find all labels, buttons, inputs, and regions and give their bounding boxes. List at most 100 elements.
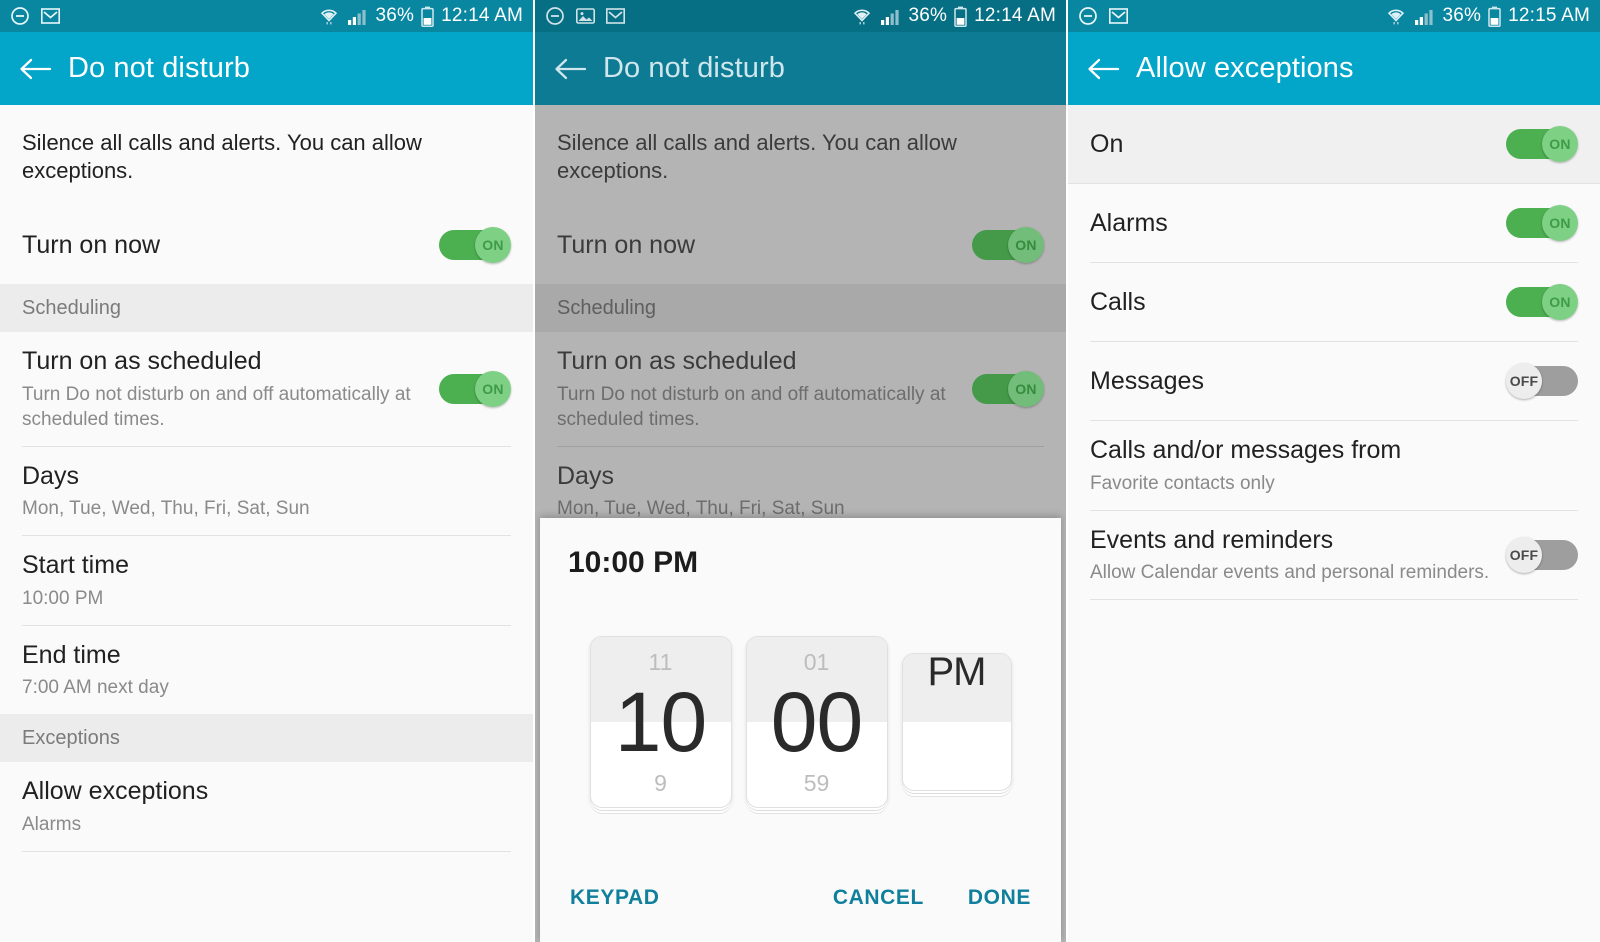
status-bar-clock: 12:14 AM (441, 5, 523, 26)
page-title: Do not disturb (68, 52, 250, 84)
list-item-start-time[interactable]: Start time 10:00 PM (0, 536, 533, 625)
do-not-disturb-icon (10, 6, 30, 26)
cellular-signal-icon (347, 7, 368, 26)
intro-description: Silence all calls and alerts. You can al… (557, 130, 957, 183)
toggle-knob-label: OFF (1506, 536, 1542, 573)
ampm-spinner[interactable]: PM (901, 653, 1012, 791)
toggle-turn-on-now: ON (972, 227, 1044, 263)
list-item-days[interactable]: Days Mon, Tue, Wed, Thu, Fri, Sat, Sun (0, 447, 533, 536)
do-not-disturb-icon (545, 6, 565, 26)
toggle-messages[interactable]: OFF (1506, 363, 1578, 399)
row-texts: Turn on as scheduled Turn Do not disturb… (557, 346, 958, 432)
row-texts: Turn on as scheduled Turn Do not disturb… (22, 346, 425, 432)
hour-next-value: 9 (654, 769, 667, 796)
row-texts: Events and reminders Allow Calendar even… (1090, 525, 1492, 586)
list-item-title: Turn on as scheduled (557, 347, 797, 375)
list-item-title: Days (557, 461, 614, 490)
divider (1090, 599, 1578, 601)
list-item-title: Turn on as scheduled (22, 347, 262, 375)
list-item-on[interactable]: On ON (1068, 105, 1600, 183)
list-item-turn-on-as-scheduled: Turn on as scheduled Turn Do not disturb… (535, 332, 1066, 446)
toggle-knob-label: ON (1008, 370, 1044, 407)
section-header-exceptions: Exceptions (0, 714, 533, 763)
list-item-calls[interactable]: Calls ON (1068, 263, 1600, 341)
battery-icon (421, 6, 434, 27)
status-bar-clock: 12:14 AM (974, 5, 1056, 26)
cellular-signal-icon (880, 7, 901, 26)
page-title: Do not disturb (603, 52, 785, 84)
photo-icon (576, 8, 595, 24)
list-item-turn-on-now[interactable]: Turn on now ON (0, 206, 533, 284)
list-item-title: Turn on now (557, 230, 696, 259)
list-item-title: Turn on now (22, 230, 161, 259)
toggle-alarms[interactable]: ON (1506, 205, 1578, 241)
cellular-signal-icon (1414, 7, 1435, 26)
toggle-knob-label: ON (1542, 284, 1578, 320)
hour-prev-value: 11 (648, 649, 673, 675)
time-picker-value: 10:00 PM (568, 546, 699, 579)
toggle-turn-on-as-scheduled: ON (972, 370, 1044, 407)
status-bar-notifications (10, 6, 60, 26)
row-texts: Days Mon, Tue, Wed, Thu, Fri, Sat, Sun (22, 461, 511, 522)
list-item-subtitle: 7:00 AM next day (22, 677, 169, 699)
list-item-title: Calls and/or messages from (1090, 436, 1402, 464)
row-texts: Alarms (1090, 208, 1492, 239)
back-arrow-icon[interactable] (18, 56, 62, 82)
list-item-title: End time (22, 640, 121, 669)
hour-spinner[interactable]: 11 10 9 (589, 636, 732, 808)
app-bar: Allow exceptions (1068, 32, 1600, 105)
toggle-events-and-reminders[interactable]: OFF (1506, 536, 1578, 573)
section-header-scheduling: Scheduling (0, 284, 533, 332)
list-item-messages[interactable]: Messages OFF (1068, 342, 1600, 420)
minute-prev-value: 01 (803, 649, 830, 675)
status-bar: 36% 12:14 AM (0, 0, 533, 32)
list-item-turn-on-as-scheduled[interactable]: Turn on as scheduled Turn Do not disturb… (0, 332, 533, 446)
ampm-inner: PM (928, 654, 987, 692)
toggle-turn-on-as-scheduled[interactable]: ON (439, 370, 511, 407)
toggle-knob-label: ON (1008, 227, 1044, 263)
app-bar: Do not disturb (0, 32, 533, 105)
screen-allow-exceptions: 36% 12:15 AM Allow exceptions On ON Alar… (1066, 0, 1600, 942)
cancel-button[interactable]: CANCEL (833, 886, 924, 910)
list-item-allow-exceptions[interactable]: Allow exceptions Alarms (0, 762, 533, 851)
list-item-title: Start time (22, 551, 129, 580)
list-item-alarms[interactable]: Alarms ON (1068, 184, 1600, 262)
minute-spinner[interactable]: 01 00 59 (745, 636, 888, 808)
row-texts: On (1090, 129, 1492, 160)
status-bar-system: 36% 12:14 AM (851, 5, 1056, 27)
wifi-icon (1385, 7, 1407, 26)
exceptions-list: On ON Alarms ON Calls ON Messages OFF Ca… (1068, 105, 1600, 942)
status-bar-clock: 12:15 AM (1508, 5, 1590, 26)
back-arrow-icon[interactable] (1086, 56, 1130, 82)
done-button[interactable]: DONE (968, 886, 1031, 910)
list-item-title: Calls (1090, 287, 1146, 316)
toggle-turn-on-now[interactable]: ON (439, 227, 511, 263)
wifi-icon (318, 7, 340, 26)
list-item-subtitle: Alarms (22, 813, 82, 835)
toggle-calls[interactable]: ON (1506, 284, 1578, 320)
list-item-end-time[interactable]: End time 7:00 AM next day (0, 626, 533, 715)
row-texts: Allow exceptions Alarms (22, 776, 511, 837)
gmail-icon (1109, 8, 1128, 24)
divider (22, 850, 511, 852)
back-arrow-icon[interactable] (553, 56, 597, 82)
keypad-button[interactable]: KEYPAD (570, 886, 660, 910)
hour-current-value: 10 (614, 675, 707, 770)
status-bar-notifications (545, 6, 625, 26)
status-bar-notifications (1078, 6, 1128, 26)
screen-do-not-disturb: 36% 12:14 AM Do not disturb Silence all … (0, 0, 533, 942)
list-item-calls-and-or-messages-from[interactable]: Calls and/or messages from Favorite cont… (1068, 421, 1600, 510)
toggle-on-master[interactable]: ON (1506, 126, 1578, 162)
list-item-events-and-reminders[interactable]: Events and reminders Allow Calendar even… (1068, 511, 1600, 600)
list-item-title: Days (22, 461, 79, 490)
battery-icon (1488, 6, 1501, 27)
dialog-actions: KEYPAD CANCEL DONE (540, 886, 1061, 942)
list-item-title: Allow exceptions (22, 777, 209, 806)
gmail-icon (41, 8, 60, 24)
row-texts: Messages (1090, 366, 1492, 397)
list-item-subtitle: Turn Do not disturb on and off automatic… (557, 383, 946, 430)
status-bar-system: 36% 12:15 AM (1385, 5, 1590, 27)
row-texts: Calls and/or messages from Favorite cont… (1090, 435, 1578, 496)
list-item-title: Alarms (1090, 208, 1168, 237)
screenshot-strip: 36% 12:14 AM Do not disturb Silence all … (0, 0, 1600, 942)
